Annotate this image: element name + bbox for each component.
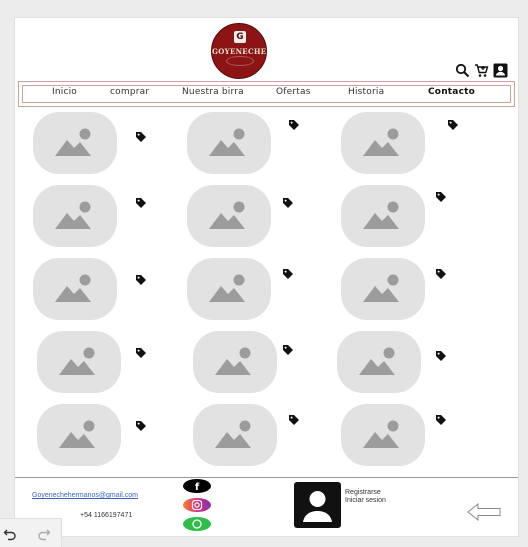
image-placeholder-icon bbox=[209, 128, 245, 156]
nav-item-historia[interactable]: Historia bbox=[348, 87, 384, 97]
search-icon[interactable] bbox=[455, 63, 470, 78]
price-tag-icon[interactable] bbox=[135, 346, 147, 358]
image-placeholder-icon bbox=[215, 347, 251, 375]
arrow-left-icon[interactable] bbox=[467, 502, 501, 527]
product-image-placeholder[interactable] bbox=[341, 112, 425, 174]
footer-divider bbox=[15, 477, 518, 478]
logo-letter: G bbox=[234, 31, 246, 43]
login-link[interactable]: Iniciar sesion bbox=[345, 497, 386, 504]
product-image-placeholder[interactable] bbox=[37, 404, 121, 466]
main-nav: Inicio comprar Nuestra birra Ofertas His… bbox=[18, 81, 515, 107]
image-placeholder-icon bbox=[55, 201, 91, 229]
image-placeholder-icon bbox=[59, 347, 95, 375]
image-placeholder-icon bbox=[363, 274, 399, 302]
price-tag-icon[interactable] bbox=[135, 196, 147, 208]
image-placeholder-icon bbox=[215, 420, 251, 448]
price-tag-icon[interactable] bbox=[435, 349, 447, 361]
header-icons bbox=[455, 63, 508, 78]
svg-text:f: f bbox=[195, 482, 200, 493]
image-placeholder-icon bbox=[363, 420, 399, 448]
product-image-placeholder[interactable] bbox=[187, 258, 271, 320]
product-image-placeholder[interactable] bbox=[341, 185, 425, 247]
price-tag-icon[interactable] bbox=[282, 196, 294, 208]
nav-item-nuestra-birra[interactable]: Nuestra birra bbox=[182, 87, 244, 97]
image-placeholder-icon bbox=[359, 347, 395, 375]
price-tag-icon[interactable] bbox=[282, 267, 294, 279]
product-image-placeholder[interactable] bbox=[33, 185, 117, 247]
undo-redo-toolbar bbox=[0, 518, 62, 547]
price-tag-icon[interactable] bbox=[135, 130, 147, 142]
nav-item-inicio[interactable]: Inicio bbox=[52, 87, 77, 97]
product-image-placeholder[interactable] bbox=[337, 331, 421, 393]
footer-email-link[interactable]: Goyenechehermanos@gmail.com bbox=[32, 492, 138, 499]
cart-icon[interactable] bbox=[474, 63, 489, 78]
product-image-placeholder[interactable] bbox=[37, 331, 121, 393]
nav-item-ofertas[interactable]: Ofertas bbox=[276, 87, 311, 97]
product-image-placeholder[interactable] bbox=[33, 112, 117, 174]
image-placeholder-icon bbox=[209, 274, 245, 302]
price-tag-icon[interactable] bbox=[435, 190, 447, 202]
price-tag-icon[interactable] bbox=[288, 118, 300, 130]
product-image-placeholder[interactable] bbox=[33, 258, 117, 320]
price-tag-icon[interactable] bbox=[435, 413, 447, 425]
logo-brand-text: GOYENECHE bbox=[212, 47, 267, 56]
register-link[interactable]: Registrarse bbox=[345, 489, 381, 496]
nav-item-comprar[interactable]: comprar bbox=[110, 87, 149, 97]
footer-phone: +54 1166197471 bbox=[80, 512, 133, 519]
price-tag-icon[interactable] bbox=[447, 118, 459, 130]
account-icon[interactable] bbox=[493, 63, 508, 78]
image-placeholder-icon bbox=[363, 128, 399, 156]
product-image-placeholder[interactable] bbox=[341, 404, 425, 466]
image-placeholder-icon bbox=[55, 128, 91, 156]
image-placeholder-icon bbox=[55, 274, 91, 302]
product-image-placeholder[interactable] bbox=[193, 331, 277, 393]
facebook-icon[interactable]: f bbox=[183, 479, 211, 493]
nav-item-contacto[interactable]: Contacto bbox=[428, 87, 475, 97]
product-image-placeholder[interactable] bbox=[193, 404, 277, 466]
image-placeholder-icon bbox=[59, 420, 95, 448]
brand-logo[interactable]: G GOYENECHE bbox=[211, 23, 267, 79]
price-tag-icon[interactable] bbox=[435, 267, 447, 279]
whatsapp-icon[interactable] bbox=[183, 517, 211, 531]
price-tag-icon[interactable] bbox=[135, 273, 147, 285]
price-tag-icon[interactable] bbox=[135, 419, 147, 431]
product-image-placeholder[interactable] bbox=[187, 112, 271, 174]
image-placeholder-icon bbox=[363, 201, 399, 229]
page: G GOYENECHE Inicio comprar Nuestra birra… bbox=[14, 17, 519, 537]
image-placeholder-icon bbox=[209, 201, 245, 229]
price-tag-icon[interactable] bbox=[282, 343, 294, 355]
instagram-icon[interactable] bbox=[183, 498, 211, 512]
user-avatar-icon[interactable] bbox=[294, 482, 341, 528]
product-image-placeholder[interactable] bbox=[187, 185, 271, 247]
product-image-placeholder[interactable] bbox=[341, 258, 425, 320]
price-tag-icon[interactable] bbox=[288, 413, 300, 425]
